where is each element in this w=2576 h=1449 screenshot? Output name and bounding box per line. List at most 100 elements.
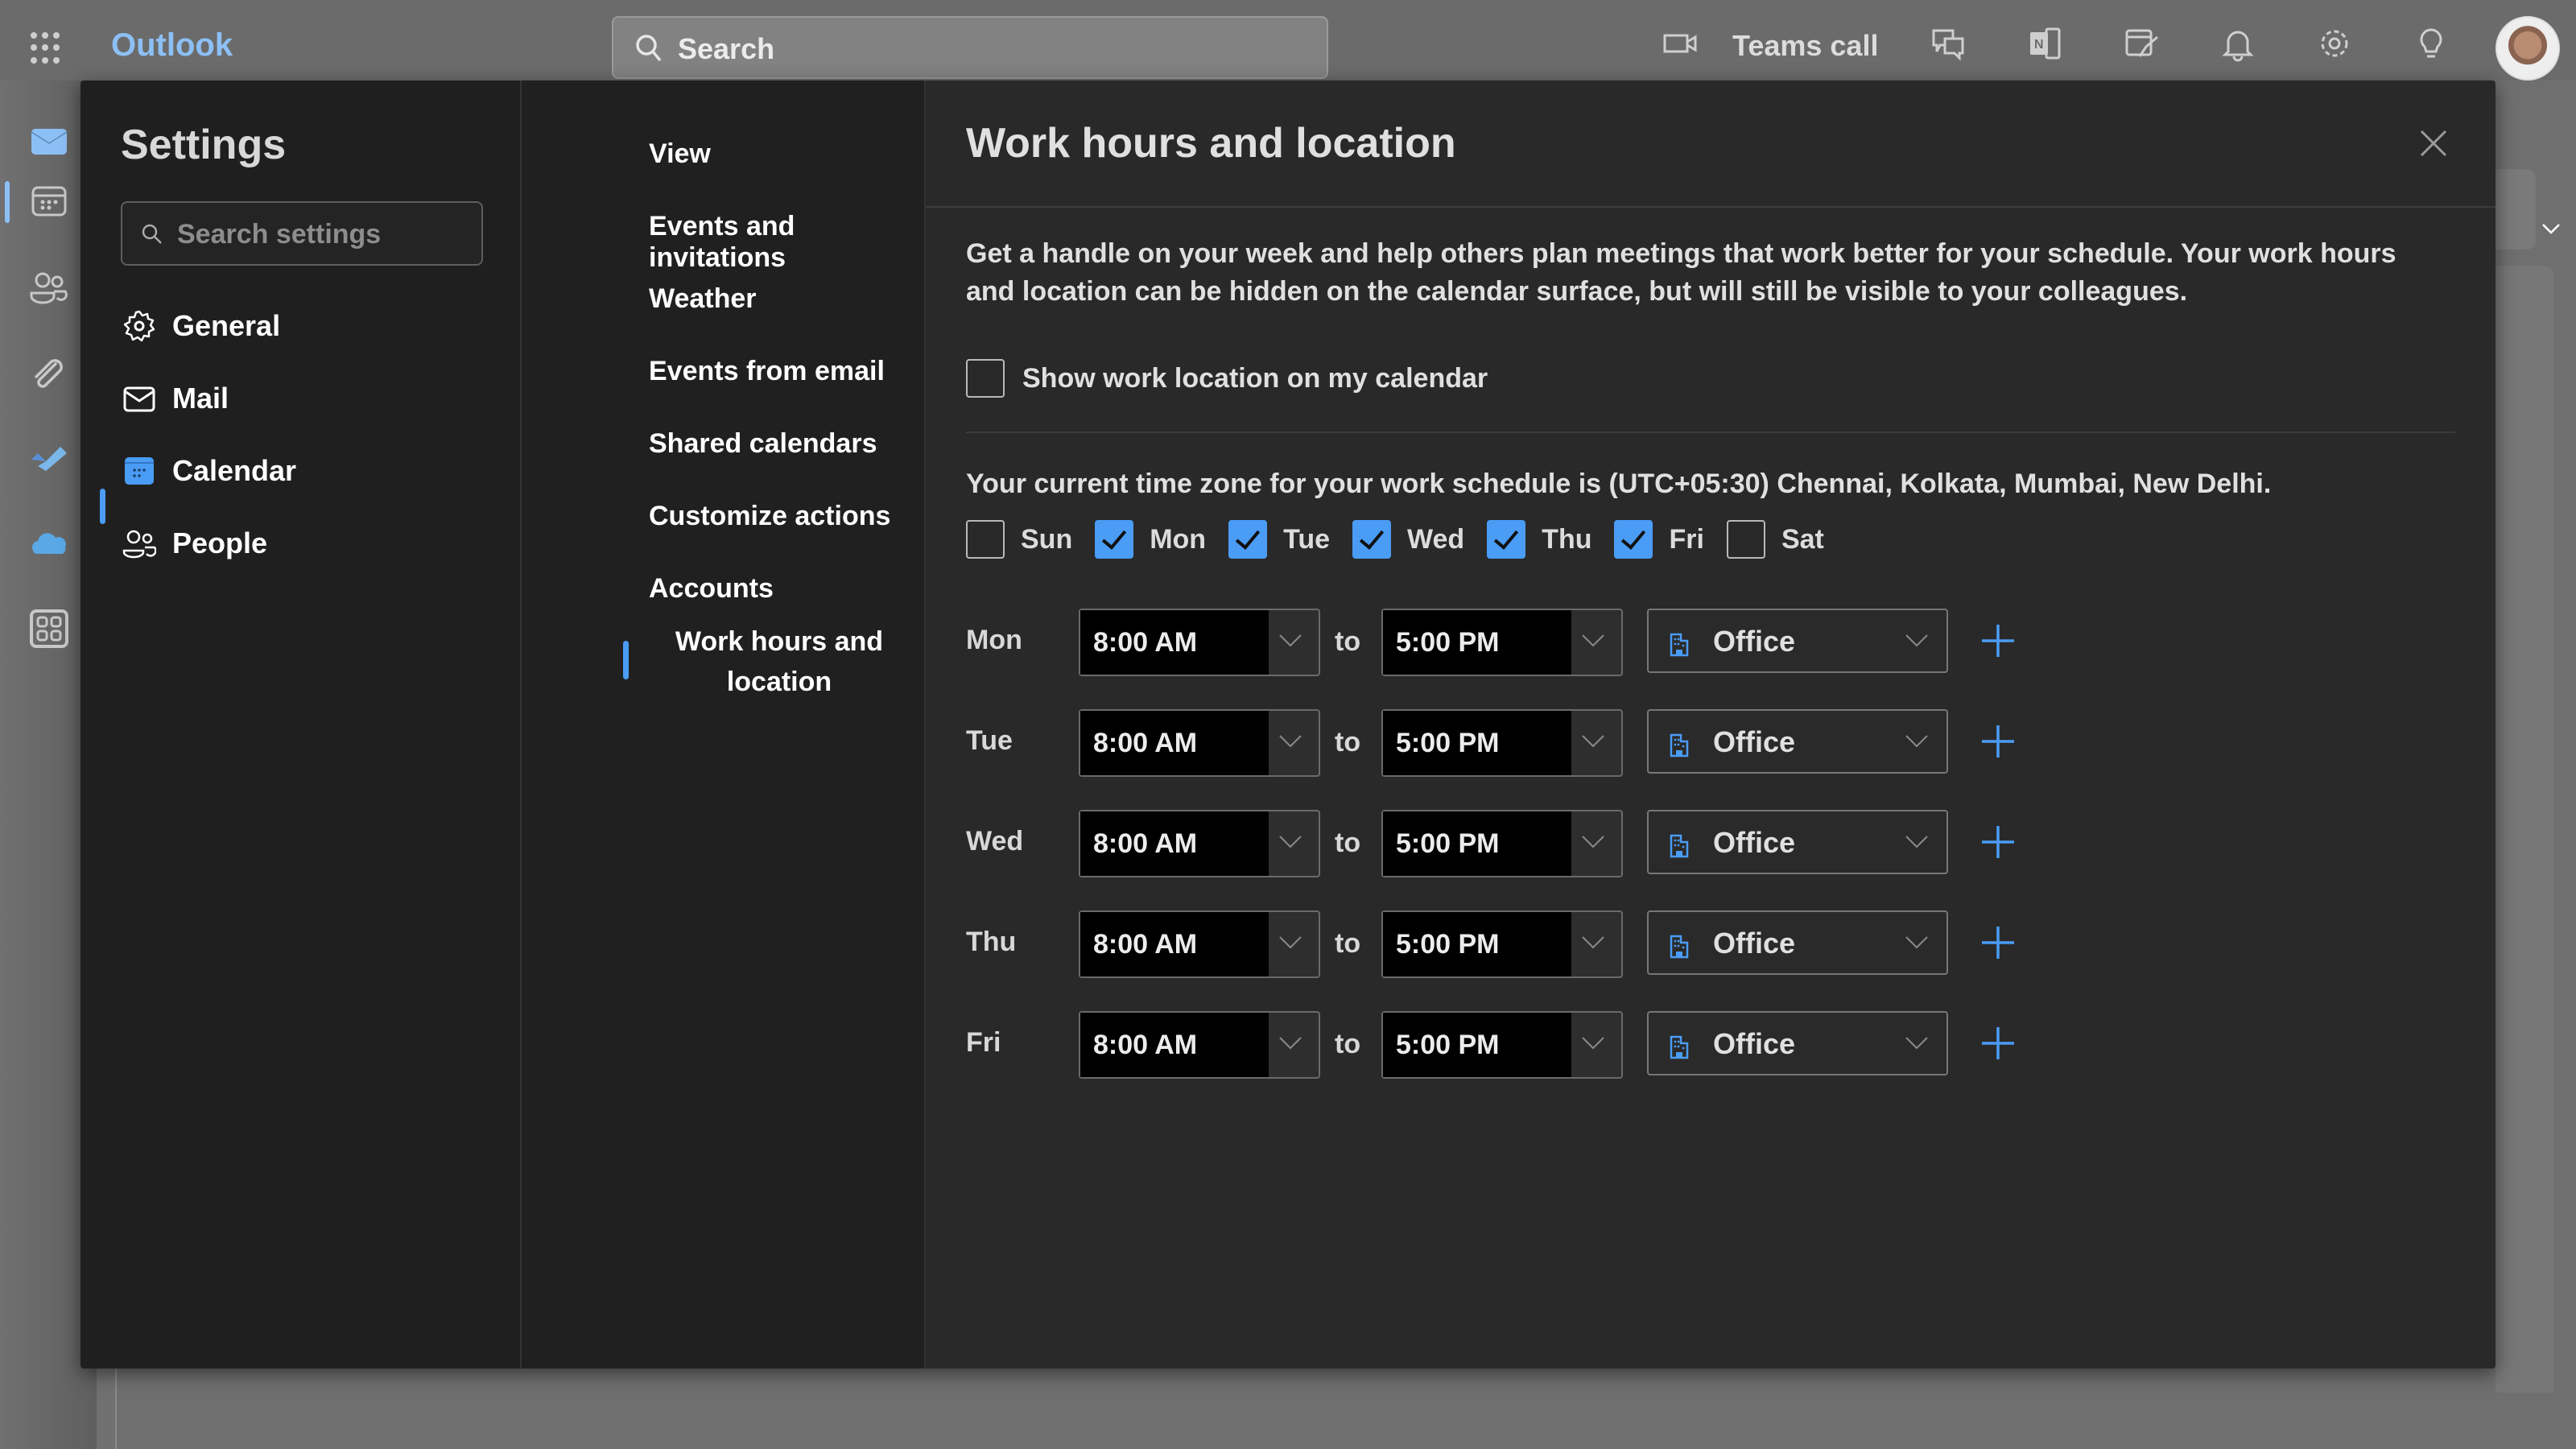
end-time-value[interactable]: 5:00 PM [1383, 711, 1571, 775]
start-time-value[interactable]: 8:00 AM [1080, 811, 1269, 876]
close-icon[interactable] [2415, 125, 2452, 162]
settings-category-mail[interactable]: Mail [122, 374, 229, 423]
chevron-down-icon[interactable] [1581, 733, 1605, 749]
lightbulb-icon[interactable] [2412, 24, 2450, 63]
onenote-icon[interactable]: N [2025, 24, 2064, 63]
chevron-down-icon[interactable] [1581, 633, 1605, 649]
location-dropdown[interactable]: Office [1647, 709, 1948, 774]
chevron-down-icon[interactable] [1905, 633, 1929, 649]
checkbox[interactable] [966, 520, 1005, 559]
more-apps-icon[interactable] [28, 608, 70, 650]
chevron-down-icon[interactable] [2540, 217, 2562, 240]
end-time-dropdown[interactable]: 5:00 PM [1381, 709, 1623, 777]
subcategory-work-hours-and-location[interactable]: Work hours and location [649, 621, 910, 702]
day-label: Sun [1021, 523, 1073, 555]
add-time-block-icon[interactable] [1980, 724, 2016, 759]
settings-category-calendar[interactable]: Calendar [122, 447, 296, 495]
add-time-block-icon[interactable] [1980, 1026, 2016, 1061]
day-checkbox-mon[interactable]: Mon [1095, 520, 1206, 559]
mail-icon[interactable] [28, 121, 70, 163]
chevron-down-icon[interactable] [1278, 633, 1302, 649]
end-time-dropdown[interactable]: 5:00 PM [1381, 609, 1623, 676]
chevron-down-icon[interactable] [1905, 1035, 1929, 1051]
start-time-dropdown[interactable]: 8:00 AM [1079, 810, 1320, 877]
subcategory-events-from-email[interactable]: Events from email [649, 356, 885, 387]
subcategory-shared-calendars[interactable]: Shared calendars [649, 428, 877, 460]
subcategory-accounts[interactable]: Accounts [649, 573, 774, 605]
checkbox[interactable] [1726, 520, 1765, 559]
day-checkbox-sat[interactable]: Sat [1726, 520, 1824, 559]
gear-icon[interactable] [2315, 24, 2354, 63]
day-checkbox-tue[interactable]: Tue [1228, 520, 1330, 559]
teams-call-button[interactable]: Teams call [1732, 29, 1878, 63]
end-time-dropdown[interactable]: 5:00 PM [1381, 810, 1623, 877]
settings-search-input[interactable]: Search settings [121, 201, 483, 266]
end-time-value[interactable]: 5:00 PM [1383, 1013, 1571, 1077]
chevron-down-icon[interactable] [1278, 834, 1302, 850]
people-icon[interactable] [28, 266, 70, 308]
subcategory-weather[interactable]: Weather [649, 283, 757, 315]
checkbox[interactable] [1614, 520, 1653, 559]
chevron-down-icon[interactable] [1278, 935, 1302, 951]
attachment-icon[interactable] [28, 354, 70, 396]
checkbox[interactable] [1095, 520, 1134, 559]
settings-category-people[interactable]: People [122, 519, 267, 568]
day-checkbox-thu[interactable]: Thu [1487, 520, 1591, 559]
checkbox[interactable] [1487, 520, 1526, 559]
chevron-down-icon[interactable] [1905, 834, 1929, 850]
chevron-down-icon[interactable] [1581, 1035, 1605, 1051]
onedrive-icon[interactable] [28, 523, 70, 565]
day-label: Wed [1407, 523, 1465, 555]
add-time-block-icon[interactable] [1980, 925, 2016, 960]
start-time-dropdown[interactable]: 8:00 AM [1079, 910, 1320, 978]
bell-icon[interactable] [2219, 24, 2257, 63]
settings-category-general[interactable]: General [122, 302, 280, 350]
chevron-down-icon[interactable] [1278, 1035, 1302, 1051]
show-work-location-option[interactable]: Show work location on my calendar [966, 359, 1488, 398]
day-checkbox-sun[interactable]: Sun [966, 520, 1072, 559]
location-dropdown[interactable]: Office [1647, 1011, 1948, 1075]
start-time-dropdown[interactable]: 8:00 AM [1079, 709, 1320, 777]
checkbox[interactable] [1228, 520, 1268, 559]
start-time-value[interactable]: 8:00 AM [1080, 912, 1269, 976]
end-time-value[interactable]: 5:00 PM [1383, 912, 1571, 976]
end-time-value[interactable]: 5:00 PM [1383, 610, 1571, 675]
todo-icon[interactable] [28, 439, 70, 481]
start-time-dropdown[interactable]: 8:00 AM [1079, 1011, 1320, 1079]
subcategory-view[interactable]: View [649, 138, 711, 170]
schedule-row-mon: Mon 8:00 AM to 5:00 PM Office [966, 609, 2093, 676]
start-time-value[interactable]: 8:00 AM [1080, 1013, 1269, 1077]
location-dropdown[interactable]: Office [1647, 609, 1948, 673]
show-work-location-checkbox[interactable] [966, 359, 1005, 398]
end-time-dropdown[interactable]: 5:00 PM [1381, 910, 1623, 978]
chevron-down-icon[interactable] [1581, 834, 1605, 850]
app-launcher-icon[interactable] [31, 32, 63, 64]
chevron-down-icon[interactable] [1581, 935, 1605, 951]
video-camera-icon[interactable] [1662, 24, 1700, 63]
subcategory-customize-actions[interactable]: Customize actions [649, 501, 890, 532]
location-dropdown[interactable]: Office [1647, 810, 1948, 874]
chevron-down-icon[interactable] [1905, 733, 1929, 749]
avatar[interactable] [2496, 16, 2560, 80]
day-label: Fri [1669, 523, 1704, 555]
calendar-icon[interactable] [28, 181, 70, 223]
start-time-dropdown[interactable]: 8:00 AM [1079, 609, 1320, 676]
end-time-value[interactable]: 5:00 PM [1383, 811, 1571, 876]
search-box[interactable]: Search [612, 16, 1328, 79]
app-name[interactable]: Outlook [111, 27, 233, 64]
checkbox[interactable] [1352, 520, 1392, 559]
chevron-down-icon[interactable] [1278, 733, 1302, 749]
selected-indicator [100, 489, 105, 524]
subcategory-events-and-invitations[interactable]: Events and invitations [649, 211, 924, 274]
day-checkbox-wed[interactable]: Wed [1352, 520, 1464, 559]
add-time-block-icon[interactable] [1980, 824, 2016, 860]
start-time-value[interactable]: 8:00 AM [1080, 711, 1269, 775]
end-time-dropdown[interactable]: 5:00 PM [1381, 1011, 1623, 1079]
location-dropdown[interactable]: Office [1647, 910, 1948, 975]
add-time-block-icon[interactable] [1980, 623, 2016, 658]
start-time-value[interactable]: 8:00 AM [1080, 610, 1269, 675]
feedback-chat-icon[interactable] [1929, 24, 1967, 63]
day-checkbox-fri[interactable]: Fri [1614, 520, 1704, 559]
my-day-calendar-icon[interactable] [2122, 24, 2161, 63]
chevron-down-icon[interactable] [1905, 935, 1929, 951]
